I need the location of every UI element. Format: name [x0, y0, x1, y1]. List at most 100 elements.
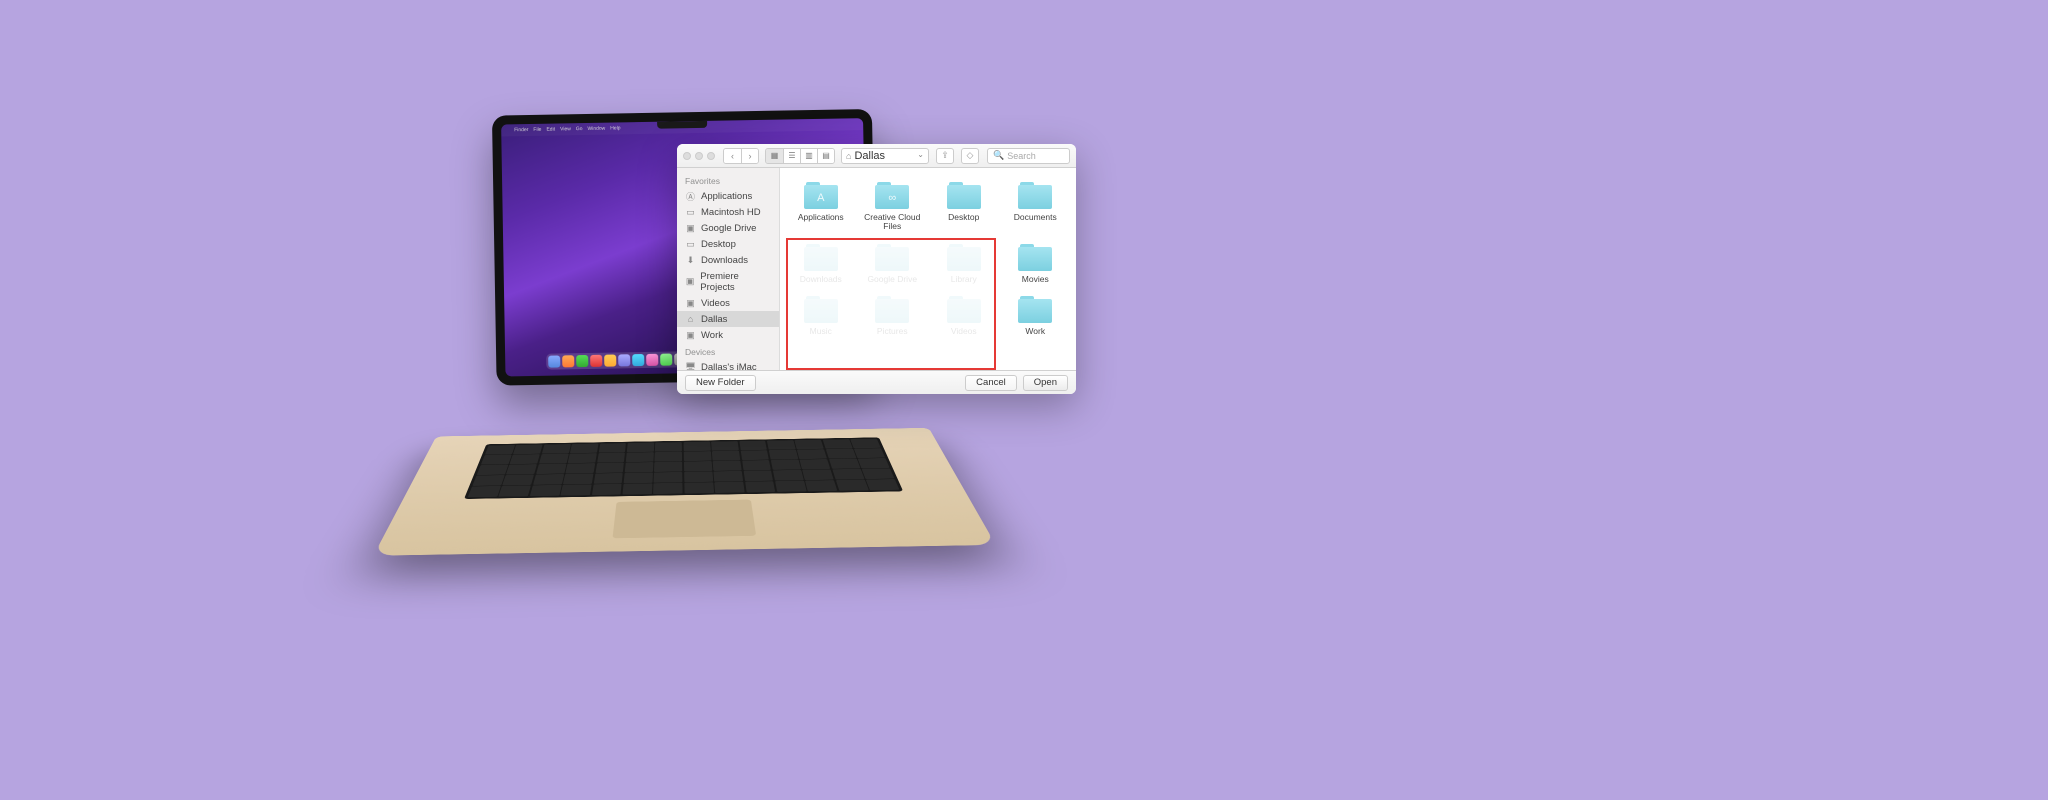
traffic-light-disabled	[683, 152, 691, 160]
folder-item[interactable]: Movies	[1001, 240, 1071, 286]
search-icon: 🔍	[993, 150, 1004, 161]
laptop-deck	[373, 428, 996, 556]
sidebar-item-label: Desktop	[701, 239, 736, 250]
open-button[interactable]: Open	[1023, 375, 1068, 391]
sidebar-item-label: Videos	[701, 298, 730, 309]
folder-item[interactable]: A Applications	[786, 178, 856, 234]
home-icon: ⌂	[846, 151, 851, 161]
search-input[interactable]: 🔍 Search	[987, 148, 1070, 164]
sidebar: Favorites ⒶApplications ▭ Macintosh HD ▣ G…	[677, 168, 780, 370]
sidebar-item-work[interactable]: ▣Work	[677, 327, 779, 343]
sidebar-header: Devices	[677, 343, 779, 359]
folder-item[interactable]: Desktop	[929, 178, 999, 234]
folder-item[interactable]: Videos	[929, 292, 999, 338]
folder-label: Library	[951, 275, 977, 284]
folder-label: Videos	[951, 327, 977, 336]
share-button[interactable]: ⇪	[936, 148, 954, 164]
sidebar-item-label: Dallas	[701, 314, 727, 325]
folder-label: Pictures	[877, 327, 908, 336]
menubar-item: Window	[587, 126, 605, 132]
folder-label: Google Drive	[867, 275, 917, 284]
folder-item[interactable]: Work	[1001, 292, 1071, 338]
folder-icon: ▣	[685, 223, 696, 234]
folder-item[interactable]: Google Drive	[858, 240, 928, 286]
sidebar-item-label: Downloads	[701, 255, 748, 266]
folder-icon	[945, 294, 983, 324]
home-icon: ⌂	[685, 314, 696, 325]
list-view-button[interactable]: ☰	[783, 149, 800, 163]
menubar-item: Finder	[514, 127, 528, 133]
folder-item[interactable]: Documents	[1001, 178, 1071, 234]
icon-view-button[interactable]: ▦	[766, 149, 783, 163]
folder-item[interactable]: ∞ Creative Cloud Files	[858, 178, 928, 234]
folder-icon: A	[802, 180, 840, 210]
folder-label: Creative Cloud Files	[860, 213, 926, 232]
folder-icon	[1016, 294, 1054, 324]
folder-label: Downloads	[800, 275, 842, 284]
menubar-item: File	[533, 127, 541, 133]
gallery-view-button[interactable]: ▤	[817, 149, 834, 163]
folder-label: Documents	[1014, 213, 1057, 222]
sidebar-item-label: Google Drive	[701, 223, 756, 234]
folder-icon	[1016, 242, 1054, 272]
folder-item[interactable]: Library	[929, 240, 999, 286]
sidebar-item-imac[interactable]: 🖥 Dallas's iMac	[677, 359, 779, 370]
folder-icon: ▣	[685, 276, 695, 287]
macos-menubar: Finder File Edit View Go Window Help	[501, 118, 863, 136]
folder-icon: ∞	[873, 180, 911, 210]
cancel-button[interactable]: Cancel	[965, 375, 1017, 391]
folder-label: Movies	[1022, 275, 1049, 284]
sidebar-item-dallas[interactable]: ⌂ Dallas	[677, 311, 779, 327]
nav-buttons: ‹ ›	[723, 148, 759, 164]
column-view-button[interactable]: ▥	[800, 149, 817, 163]
sidebar-item-hdd[interactable]: ▭ Macintosh HD	[677, 204, 779, 220]
desktop-icon: ▭	[685, 239, 696, 250]
imac-icon: 🖥	[685, 362, 696, 371]
folder-label: Applications	[798, 213, 844, 222]
sidebar-item-label: Applications	[701, 191, 752, 202]
folder-icon	[873, 294, 911, 324]
folder-item[interactable]: Downloads	[786, 240, 856, 286]
folder-icon	[945, 242, 983, 272]
hdd-icon: ▭	[685, 207, 696, 218]
sidebar-item-google-drive[interactable]: ▣ Google Drive	[677, 220, 779, 236]
sidebar-item-desktop[interactable]: ▭ Desktop	[677, 236, 779, 252]
sidebar-item-downloads[interactable]: ⬇ Downloads	[677, 252, 779, 268]
sidebar-item-label: Premiere Projects	[700, 271, 771, 293]
folder-icon	[802, 294, 840, 324]
toolbar: ‹ › ▦ ☰ ▥ ▤ ⌂ Dallas ⇪ ◇ 🔍 Search	[677, 144, 1076, 168]
folder-icon: ▣	[685, 330, 696, 341]
forward-button[interactable]: ›	[741, 149, 758, 163]
menubar-item: Help	[610, 125, 620, 131]
folder-item[interactable]: Music	[786, 292, 856, 338]
folder-icon	[802, 242, 840, 272]
sidebar-item-label: Macintosh HD	[701, 207, 761, 218]
sidebar-header: Favorites	[677, 172, 779, 188]
tags-button[interactable]: ◇	[961, 148, 979, 164]
file-grid[interactable]: A Applications ∞ Creative Cloud Files Deskto…	[780, 168, 1076, 370]
folder-icon	[1016, 180, 1054, 210]
laptop-trackpad	[612, 500, 756, 539]
view-mode-buttons: ▦ ☰ ▥ ▤	[765, 148, 835, 164]
sidebar-item-label: Dallas's iMac	[701, 362, 757, 371]
laptop-keyboard	[464, 437, 903, 499]
sidebar-item-premiere[interactable]: ▣ Premiere Projects	[677, 268, 779, 295]
download-icon: ⬇	[685, 255, 696, 266]
folder-label: Music	[810, 327, 832, 336]
window-controls	[683, 152, 715, 160]
sidebar-item-videos[interactable]: ▣Videos	[677, 295, 779, 311]
traffic-light-disabled	[695, 152, 703, 160]
back-button[interactable]: ‹	[724, 149, 741, 163]
folder-glyph-icon: ∞	[888, 192, 896, 204]
folder-item[interactable]: Pictures	[858, 292, 928, 338]
sidebar-item-applications[interactable]: ⒶApplications	[677, 188, 779, 204]
folder-icon	[873, 242, 911, 272]
path-dropdown[interactable]: ⌂ Dallas	[841, 148, 929, 164]
folder-label: Desktop	[948, 213, 979, 222]
folder-icon	[945, 180, 983, 210]
menubar-item: View	[560, 126, 571, 132]
finder-open-dialog: ‹ › ▦ ☰ ▥ ▤ ⌂ Dallas ⇪ ◇ 🔍 Search Favori…	[677, 144, 1076, 394]
new-folder-button[interactable]: New Folder	[685, 375, 756, 391]
menubar-item: Go	[576, 126, 583, 132]
traffic-light-disabled	[707, 152, 715, 160]
